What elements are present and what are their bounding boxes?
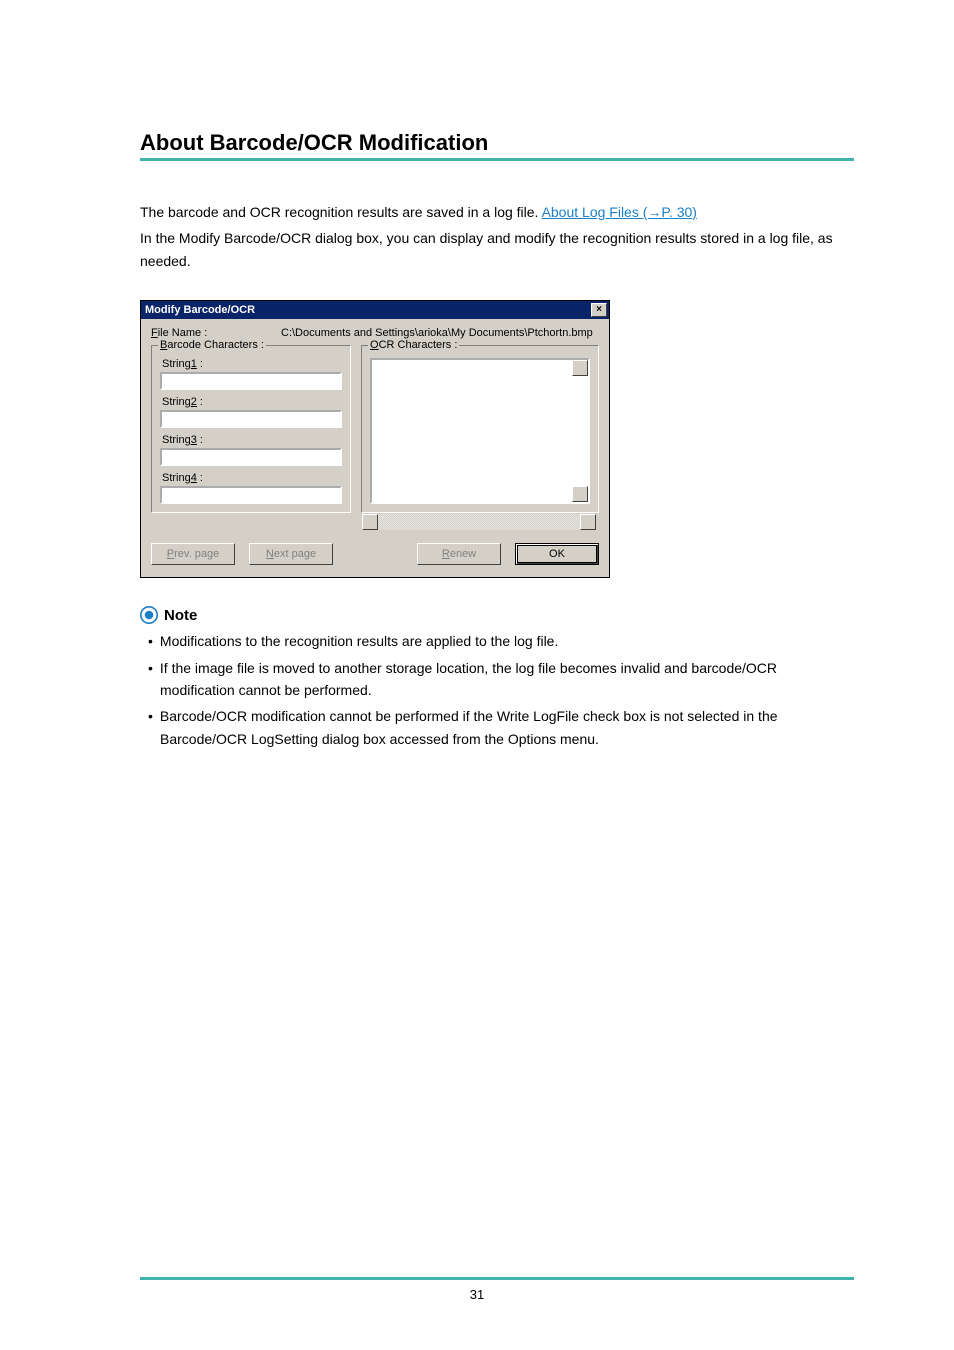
barcode-legend: Barcode Characters : <box>158 339 266 351</box>
note-item: Modifications to the recognition results… <box>148 630 854 652</box>
string2-label: String2 : <box>162 396 342 408</box>
scroll-track[interactable] <box>378 514 580 530</box>
ocr-legend: OCR Characters : <box>368 339 459 351</box>
note-icon <box>140 606 158 624</box>
footer-rule <box>140 1277 854 1280</box>
next-page-button[interactable]: Next page <box>249 543 333 565</box>
dialog-titlebar: Modify Barcode/OCR × <box>141 301 609 319</box>
horizontal-scrollbar[interactable] <box>362 514 598 530</box>
prev-page-button[interactable]: Prev. page <box>151 543 235 565</box>
string3-input[interactable] <box>160 448 342 466</box>
about-log-files-link[interactable]: About Log Files (→P. 30) <box>542 204 697 220</box>
page-title: About Barcode/OCR Modification <box>140 130 854 156</box>
modify-barcode-ocr-dialog: Modify Barcode/OCR × File Name : C:\Docu… <box>140 300 610 578</box>
dialog-title: Modify Barcode/OCR <box>145 304 255 316</box>
string1-input[interactable] <box>160 372 342 390</box>
string3-label: String3 : <box>162 434 342 446</box>
barcode-characters-group: Barcode Characters : String1 : String2 :… <box>151 345 351 513</box>
ocr-textarea[interactable] <box>370 358 590 504</box>
filename-value: C:\Documents and Settings\arioka\My Docu… <box>281 327 599 339</box>
intro-line2: In the Modify Barcode/OCR dialog box, yo… <box>140 227 854 272</box>
scroll-down-icon[interactable] <box>572 486 588 502</box>
ocr-characters-group: OCR Characters : <box>361 345 599 513</box>
scroll-left-icon[interactable] <box>362 514 378 530</box>
page-number: 31 <box>0 1287 954 1302</box>
heading-underline <box>140 158 854 161</box>
string4-label: String4 : <box>162 472 342 484</box>
renew-button[interactable]: Renew <box>417 543 501 565</box>
intro-prefix: The barcode and OCR recognition results … <box>140 204 542 220</box>
string1-label: String1 : <box>162 358 342 370</box>
ok-button[interactable]: OK <box>515 543 599 565</box>
scroll-up-icon[interactable] <box>572 360 588 376</box>
string2-input[interactable] <box>160 410 342 428</box>
note-title: Note <box>164 607 197 624</box>
intro-line1: The barcode and OCR recognition results … <box>140 201 854 223</box>
close-icon[interactable]: × <box>591 303 607 317</box>
filename-label: File Name : <box>151 327 281 339</box>
note-item: If the image file is moved to another st… <box>148 657 854 702</box>
note-item: Barcode/OCR modification cannot be perfo… <box>148 705 854 750</box>
scroll-right-icon[interactable] <box>580 514 596 530</box>
string4-input[interactable] <box>160 486 342 504</box>
note-list: Modifications to the recognition results… <box>140 630 854 750</box>
